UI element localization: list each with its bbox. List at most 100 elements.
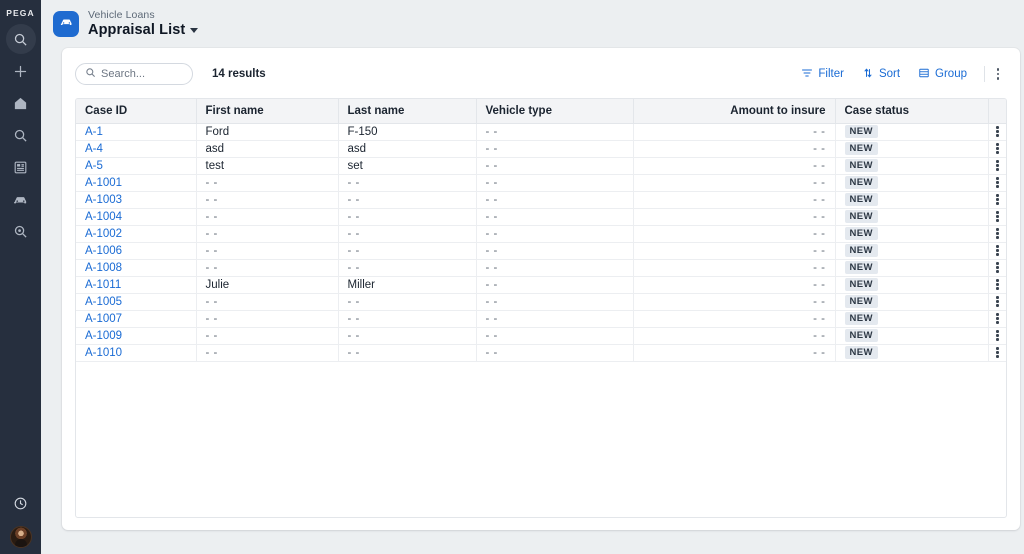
search-input[interactable] bbox=[101, 68, 183, 80]
sidebar-item-case-search[interactable] bbox=[6, 216, 36, 246]
table-row[interactable]: A-1 Ford F-150- -- - NEW bbox=[76, 123, 1006, 141]
column-header-last-name[interactable]: Last name bbox=[338, 99, 477, 124]
table-row[interactable]: A-1005- -- -- -- - NEW bbox=[76, 293, 1006, 311]
kebab-dot bbox=[996, 296, 999, 299]
case-id-link[interactable]: A-1009 bbox=[85, 330, 122, 342]
status-badge: NEW bbox=[844, 209, 878, 224]
search-input-wrapper[interactable] bbox=[75, 63, 193, 85]
status-badge: NEW bbox=[844, 277, 878, 292]
sidebar-item-recents[interactable] bbox=[6, 488, 36, 518]
case-id-link[interactable]: A-5 bbox=[85, 160, 103, 172]
sidebar-item-find[interactable] bbox=[6, 120, 36, 150]
more-actions-button[interactable] bbox=[989, 64, 1007, 84]
cell-case-status: NEW bbox=[835, 140, 989, 158]
cell-row-actions bbox=[988, 344, 1006, 362]
table-row[interactable]: A-1009- -- -- -- - NEW bbox=[76, 327, 1006, 345]
case-id-link[interactable]: A-1008 bbox=[85, 262, 122, 274]
cell-vehicle-type: - - bbox=[476, 293, 634, 311]
report-icon bbox=[13, 160, 28, 175]
kebab-dot bbox=[996, 236, 999, 239]
case-id-link[interactable]: A-1005 bbox=[85, 296, 122, 308]
cell-row-actions bbox=[988, 293, 1006, 311]
cell-first-name: - - bbox=[196, 259, 339, 277]
cell-first-name: - - bbox=[196, 208, 339, 226]
cell-first-name: - - bbox=[196, 310, 339, 328]
column-header-first-name[interactable]: First name bbox=[196, 99, 339, 124]
table-row[interactable]: A-1011 Julie Miller - -- - NEW bbox=[76, 276, 1006, 294]
case-id-link[interactable]: A-1003 bbox=[85, 194, 122, 206]
cell-row-actions bbox=[988, 174, 1006, 192]
status-badge: NEW bbox=[844, 243, 878, 258]
cell-case-status: NEW bbox=[835, 310, 989, 328]
table-row[interactable]: A-5 test set - -- - NEW bbox=[76, 157, 1006, 175]
table-row[interactable]: A-1003- -- -- -- - NEW bbox=[76, 191, 1006, 209]
case-id-link[interactable]: A-1010 bbox=[85, 347, 122, 359]
case-id-link[interactable]: A-4 bbox=[85, 143, 103, 155]
status-badge: NEW bbox=[844, 158, 878, 173]
table-row[interactable]: A-1004- -- -- -- - NEW bbox=[76, 208, 1006, 226]
column-header-case-id[interactable]: Case ID bbox=[76, 99, 197, 124]
table-row[interactable]: A-1001- -- -- -- - NEW bbox=[76, 174, 1006, 192]
column-header-case-status[interactable]: Case status bbox=[835, 99, 989, 124]
table-row[interactable]: A-1010- -- -- -- - NEW bbox=[76, 344, 1006, 362]
case-id-link[interactable]: A-1007 bbox=[85, 313, 122, 325]
table-row[interactable]: A-1007- -- -- -- - NEW bbox=[76, 310, 1006, 328]
sidebar-item-search-circle[interactable] bbox=[5, 24, 36, 54]
case-id-link[interactable]: A-1006 bbox=[85, 245, 122, 257]
kebab-dot bbox=[996, 143, 999, 146]
kebab-dot bbox=[996, 279, 999, 282]
status-badge: NEW bbox=[844, 345, 878, 360]
cell-amount-to-insure: - - bbox=[633, 293, 836, 311]
group-button[interactable]: Group bbox=[909, 64, 976, 85]
cell-case-id: A-5 bbox=[76, 157, 197, 175]
cell-row-actions bbox=[988, 208, 1006, 226]
sidebar-item-vehicles[interactable] bbox=[6, 184, 36, 214]
sidebar-item-home[interactable] bbox=[6, 88, 36, 118]
cell-last-name: asd bbox=[338, 140, 477, 158]
case-id-link[interactable]: A-1002 bbox=[85, 228, 122, 240]
kebab-dot bbox=[996, 215, 999, 218]
kebab-dot bbox=[996, 330, 999, 333]
cell-first-name: - - bbox=[196, 242, 339, 260]
plus-icon bbox=[13, 64, 28, 79]
cell-amount-to-insure: - - bbox=[633, 276, 836, 294]
column-header-amount-to-insure[interactable]: Amount to insure bbox=[633, 99, 836, 124]
table-row[interactable]: A-1008- -- -- -- - NEW bbox=[76, 259, 1006, 277]
group-icon bbox=[918, 67, 930, 82]
cell-last-name: - - bbox=[338, 191, 477, 209]
table-row[interactable]: A-4 asd asd - -- - NEW bbox=[76, 140, 1006, 158]
results-count: 14 results bbox=[212, 68, 266, 80]
table-row[interactable]: A-1002- -- -- -- - NEW bbox=[76, 225, 1006, 243]
breadcrumb[interactable]: Vehicle Loans bbox=[88, 9, 198, 22]
cell-row-actions bbox=[988, 310, 1006, 328]
sidebar-item-reports[interactable] bbox=[6, 152, 36, 182]
cell-case-status: NEW bbox=[835, 344, 989, 362]
sort-button[interactable]: Sort bbox=[853, 64, 909, 85]
cell-amount-to-insure: - - bbox=[633, 327, 836, 345]
column-header-vehicle-type[interactable]: Vehicle type bbox=[476, 99, 634, 124]
case-id-link[interactable]: A-1011 bbox=[85, 279, 121, 291]
cell-amount-to-insure: - - bbox=[633, 344, 836, 362]
sidebar-item-create[interactable] bbox=[6, 56, 36, 86]
case-id-link[interactable]: A-1001 bbox=[85, 177, 122, 189]
search-icon bbox=[85, 65, 96, 83]
cell-row-actions bbox=[988, 123, 1006, 141]
filter-button[interactable]: Filter bbox=[792, 64, 853, 85]
chevron-down-icon[interactable] bbox=[190, 27, 199, 33]
kebab-dot bbox=[996, 202, 999, 205]
cell-case-status: NEW bbox=[835, 327, 989, 345]
cell-last-name: - - bbox=[338, 174, 477, 192]
kebab-dot bbox=[996, 68, 1000, 71]
status-badge: NEW bbox=[844, 260, 878, 275]
table-row[interactable]: A-1006- -- -- -- - NEW bbox=[76, 242, 1006, 260]
kebab-dot bbox=[996, 77, 1000, 80]
kebab-dot bbox=[996, 151, 999, 154]
cell-amount-to-insure: - - bbox=[633, 191, 836, 209]
case-id-link[interactable]: A-1 bbox=[85, 126, 103, 138]
kebab-dot bbox=[996, 283, 999, 286]
home-icon bbox=[13, 96, 28, 111]
cell-row-actions bbox=[988, 242, 1006, 260]
avatar[interactable] bbox=[9, 526, 32, 548]
cell-row-actions bbox=[988, 140, 1006, 158]
case-id-link[interactable]: A-1004 bbox=[85, 211, 122, 223]
